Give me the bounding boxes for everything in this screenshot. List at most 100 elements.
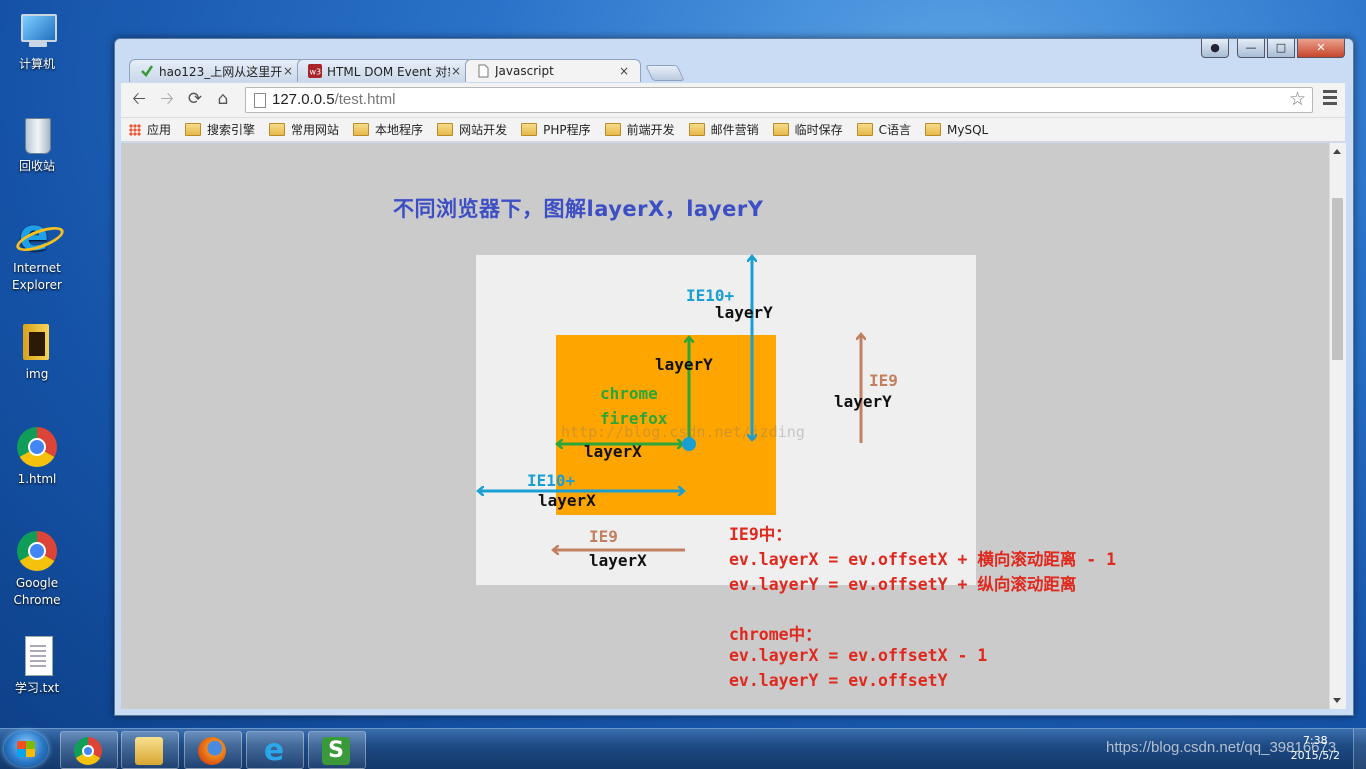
tab-javascript[interactable]: Javascript × [465,59,641,82]
folder-icon [437,123,454,136]
hao123-favicon-icon [141,65,154,77]
bookmark-star-icon[interactable]: ☆ [1289,88,1306,110]
folder-icon [15,320,59,364]
label-layery-ie9: layerY [834,392,892,411]
desktop-icon-google-chrome[interactable]: Google Chrome [6,529,68,609]
navigation-toolbar: 🡠 🡢 ⟳ ⌂ 127.0.0.5/test.html ☆ [121,83,1345,118]
reload-icon[interactable]: ⟳ [185,89,205,109]
chrome-icon [15,425,59,469]
label-ie9-x: IE9 [589,527,618,546]
bookmark-folder[interactable]: 常用网站 [269,121,339,138]
bookmarks-bar: 应用 搜索引擎 常用网站 本地程序 网站开发 PHP程序 前端开发 邮件营销 临… [121,118,1345,142]
tab-close-icon[interactable]: × [450,64,462,78]
folder-icon [135,737,163,765]
note-ie9-heading: IE9中： [729,525,792,544]
system-tray: https://blog.csdn.net/qq_39816673 7:38 2… [1106,729,1366,769]
bookmark-folder[interactable]: C语言 [856,121,911,138]
start-button[interactable] [4,731,48,767]
bookmark-label: 网站开发 [459,123,508,137]
bookmark-label: MySQL [947,122,989,137]
address-bar[interactable]: 127.0.0.5/test.html ☆ [245,87,1313,113]
bookmark-label: 本地程序 [375,123,424,137]
desktop-icon-recycle-bin[interactable]: 回收站 [6,112,68,175]
minimize-button[interactable]: — [1237,39,1265,58]
text-file-icon [15,634,59,678]
desktop-icon-internet-explorer[interactable]: e Internet Explorer [6,214,68,294]
bookmark-label: 临时保存 [794,123,843,137]
desktop-icon-label: Google Chrome [13,576,61,607]
page-favicon-icon [478,64,489,78]
bookmark-label: 前端开发 [626,123,675,137]
label-ie10-left: IE10+ [527,471,576,490]
tab-html-dom-event[interactable]: w3 HTML DOM Event 对象 × [297,59,473,82]
taskbar-explorer[interactable] [121,731,179,769]
label-layery-chrome: layerY [655,355,713,374]
forward-arrow-icon[interactable]: 🡢 [157,89,177,109]
bookmark-folder[interactable]: 临时保存 [772,121,843,138]
back-arrow-icon[interactable]: 🡠 [129,89,149,109]
bookmark-folder[interactable]: 前端开发 [604,121,675,138]
clock-time: 7:38 [1302,734,1328,747]
bookmark-label: 搜索引擎 [207,123,256,137]
show-desktop-button[interactable] [1353,729,1366,769]
taskbar-internet-explorer[interactable]: e [246,731,304,769]
sogou-icon: S [322,737,350,765]
vertical-scrollbar[interactable] [1329,143,1346,709]
close-window-button[interactable]: ✕ [1297,39,1345,58]
svg-text:w3: w3 [310,68,322,77]
home-icon[interactable]: ⌂ [213,89,233,109]
taskbar-chrome[interactable] [60,731,118,769]
note-ie9-layery: ev.layerY = ev.offsetY + 纵向滚动距离 [729,575,1077,594]
url-path: /test.html [334,91,396,108]
desktop-icon-study-txt[interactable]: 学习.txt [6,634,68,697]
bookmark-folder[interactable]: MySQL [925,123,988,137]
desktop-icon-label: 回收站 [18,159,55,173]
folder-icon [269,123,286,136]
page-viewport[interactable]: 不同浏览器下，图解layerX，layerY http://blog.csdn.… [121,143,1329,709]
bookmark-folder[interactable]: PHP程序 [521,121,591,138]
tab-label: HTML DOM Event 对象 [327,64,450,79]
new-tab-button[interactable] [645,65,685,81]
maximize-button[interactable]: □ [1267,39,1295,58]
bookmark-label: PHP程序 [543,123,591,137]
scroll-down-arrow-icon[interactable] [1333,698,1341,703]
label-chrome: chrome [600,384,658,403]
label-layerx-ie9: layerX [589,551,647,570]
csdn-watermark: http://blog.csdn.net/jzding [561,423,805,441]
desktop-icon-1-html[interactable]: 1.html [6,425,68,488]
bookmark-folder[interactable]: 邮件营销 [688,121,759,138]
bookmark-apps[interactable]: 应用 [129,121,171,138]
scroll-up-arrow-icon[interactable] [1333,149,1341,154]
note-chrome-heading: chrome中： [729,625,822,644]
desktop-icon-img-folder[interactable]: img [6,320,68,383]
firefox-icon [198,737,226,765]
taskbar-firefox[interactable] [184,731,242,769]
folder-icon [185,123,202,136]
clock[interactable]: 7:38 2015/5/2 [1291,733,1340,763]
taskbar: e S https://blog.csdn.net/qq_39816673 7:… [0,728,1366,769]
folder-icon [772,123,789,136]
apps-grid-icon [129,123,141,136]
bookmark-folder[interactable]: 搜索引擎 [185,121,255,138]
scrollbar-thumb[interactable] [1332,198,1343,360]
folder-icon [353,123,370,136]
clock-date: 2015/5/2 [1290,749,1340,762]
label-layerx-chrome: layerX [584,442,642,461]
label-layerx-ie10: layerX [538,491,596,510]
folder-icon [856,123,873,136]
tab-hao123[interactable]: hao123_上网从这里开始 × [129,59,305,82]
tab-label: hao123_上网从这里开始 [159,64,282,79]
w3school-favicon-icon: w3 [308,64,322,78]
taskbar-app-s[interactable]: S [308,731,366,769]
user-icon[interactable]: ● [1201,39,1229,58]
bookmark-folder[interactable]: 本地程序 [353,121,423,138]
tab-close-icon[interactable]: × [618,64,630,78]
desktop-icon-computer[interactable]: 计算机 [6,10,68,73]
desktop-icon-label: Internet Explorer [12,261,62,292]
tab-close-icon[interactable]: × [282,64,294,78]
internet-explorer-icon: e [13,214,67,258]
bookmark-folder[interactable]: 网站开发 [437,121,507,138]
desktop-icon-label: 1.html [17,472,57,486]
menu-icon[interactable] [1323,90,1337,106]
note-chrome-layery: ev.layerY = ev.offsetY [729,671,948,690]
